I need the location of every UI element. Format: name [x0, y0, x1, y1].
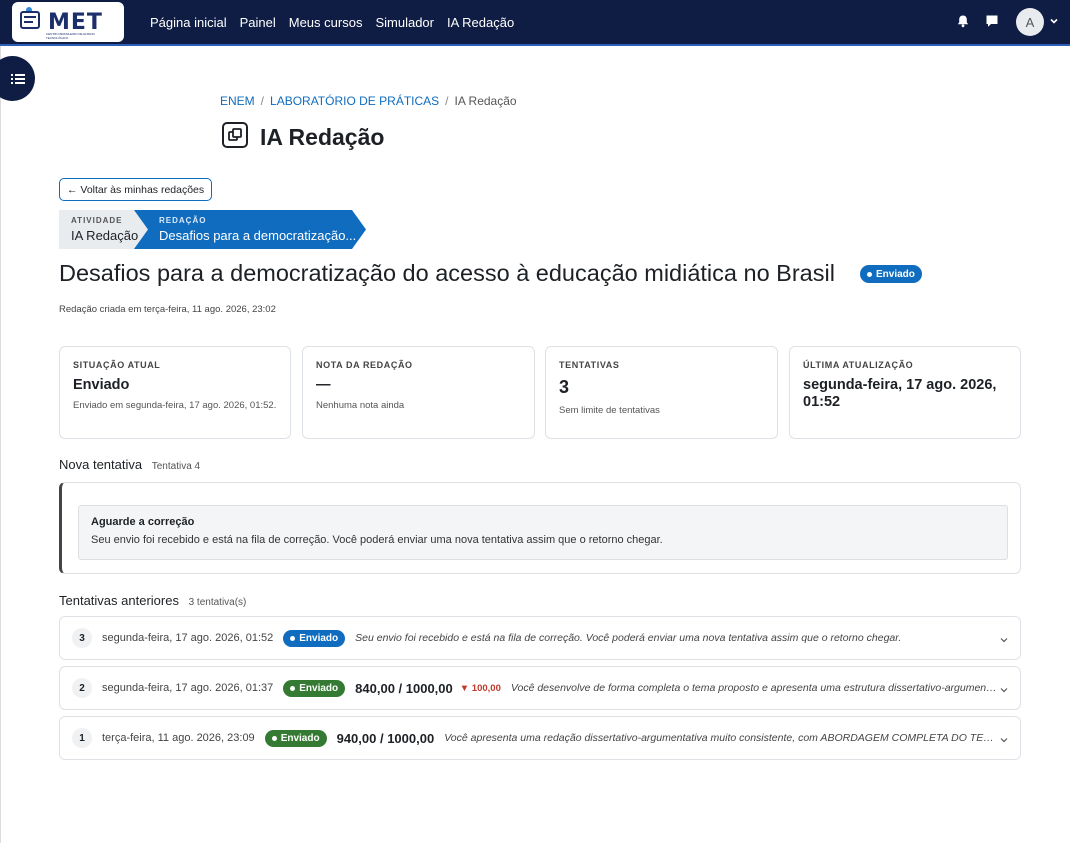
breadcrumb-current: IA Redação	[454, 94, 517, 108]
nav-ia-redacao[interactable]: IA Redação	[447, 15, 514, 30]
nav-home[interactable]: Página inicial	[150, 15, 227, 30]
score-delta: ▼ 100,00	[459, 682, 501, 694]
waiting-correction-alert: Aguarde a correção Seu envio foi recebid…	[78, 505, 1008, 560]
user-avatar[interactable]: A	[1016, 8, 1044, 36]
status-badge-label: Enviado	[876, 268, 915, 280]
attempt-score: 840,00 / 1000,00	[355, 680, 453, 696]
breadcrumb-enem[interactable]: ENEM	[220, 94, 255, 108]
card-label: SITUAÇÃO ATUAL	[73, 360, 161, 370]
chevron-down-icon[interactable]	[1000, 736, 1008, 744]
status-badge-label: Enviado	[280, 732, 320, 744]
chevron-down-icon[interactable]	[1000, 686, 1008, 694]
attempt-date: terça-feira, 11 ago. 2026, 23:09	[102, 732, 255, 744]
section-title: Tentativas anteriores	[59, 593, 179, 608]
attempt-number: 2	[72, 678, 92, 698]
card-value: Enviado	[73, 377, 130, 393]
status-badge-label: Enviado	[299, 682, 339, 694]
card-subtext: Enviado em segunda-feira, 17 ago. 2026, …	[73, 400, 277, 411]
attempt-score: 940,00 / 1000,00	[336, 730, 435, 746]
breadcrumb: ENEM / LABORATÓRIO DE PRÁTICAS / IA Reda…	[220, 94, 517, 108]
step-essay: REDAÇÃO Desafios para a democratização..…	[134, 210, 366, 249]
card-last-update: ÚLTIMA ATUALIZAÇÃO segunda-feira, 17 ago…	[789, 346, 1021, 439]
attempt-row[interactable]: 3 segunda-feira, 17 ago. 2026, 01:52 Env…	[59, 616, 1021, 660]
attempt-number: 1	[72, 728, 92, 748]
breadcrumb-separator: /	[260, 94, 265, 108]
chevron-down-icon[interactable]	[1049, 16, 1059, 26]
card-value: segunda-feira, 17 ago. 2026, 01:52	[803, 377, 997, 410]
attempt-row[interactable]: 1 terça-feira, 11 ago. 2026, 23:09 Envia…	[59, 716, 1021, 760]
chat-icon[interactable]	[985, 14, 999, 28]
attempt-feedback: Você desenvolve de forma completa o tema…	[510, 682, 999, 694]
breadcrumb-separator: /	[445, 94, 449, 108]
course-index-toggle-button[interactable]	[0, 56, 35, 101]
site-logo[interactable]: MET CENTRO BRASILEIRO DE ENSINO TECNOLÓG…	[12, 2, 124, 42]
list-icon	[10, 73, 25, 84]
status-badge: Enviado	[264, 729, 327, 747]
section-title: Nova tentativa	[59, 457, 143, 472]
card-value: 3	[559, 377, 570, 397]
step-label: REDAÇÃO	[159, 216, 207, 225]
card-subtext: Sem limite de tentativas	[559, 405, 660, 416]
status-dot-icon	[271, 735, 277, 741]
activity-icon	[222, 122, 248, 148]
status-badge: Enviado	[860, 265, 922, 283]
chevron-down-icon[interactable]	[1000, 636, 1008, 644]
step-value: IA Redação	[71, 228, 139, 243]
status-dot-icon	[290, 635, 296, 641]
card-current-status: SITUAÇÃO ATUAL Enviado Enviado em segund…	[59, 346, 291, 439]
step-label: ATIVIDADE	[71, 216, 123, 225]
bell-icon[interactable]	[956, 14, 970, 28]
page-edge	[0, 46, 1, 843]
card-attempts: TENTATIVAS 3 Sem limite de tentativas	[545, 346, 778, 439]
step-value: Desafios para a democratização...	[159, 228, 357, 243]
attempts-count: 3 tentativa(s)	[188, 597, 247, 608]
card-subtext: Nenhuma nota ainda	[316, 400, 405, 411]
attempt-feedback: Você apresenta uma redação dissertativo-…	[444, 732, 1000, 744]
card-label: ÚLTIMA ATUALIZAÇÃO	[803, 360, 914, 370]
card-essay-grade: NOTA DA REDAÇÃO — Nenhuma nota ainda	[302, 346, 535, 439]
attempt-number: 3	[72, 628, 92, 648]
attempt-tag: Tentativa 4	[151, 461, 201, 472]
status-badge: Enviado	[283, 629, 346, 647]
attempt-date: segunda-feira, 17 ago. 2026, 01:52	[102, 632, 274, 644]
essay-created-date: Redação criada em terça-feira, 11 ago. 2…	[59, 304, 276, 315]
alert-title: Aguarde a correção	[91, 516, 195, 528]
status-badge-label: Enviado	[299, 632, 339, 644]
nav-dashboard[interactable]: Painel	[240, 15, 276, 30]
status-dot-icon	[867, 271, 872, 277]
attempt-feedback: Seu envio foi recebido e está na fila de…	[355, 632, 902, 644]
step-activity[interactable]: ATIVIDADE IA Redação	[59, 210, 149, 249]
status-badge: Enviado	[283, 679, 346, 697]
top-navbar: MET CENTRO BRASILEIRO DE ENSINO TECNOLÓG…	[0, 0, 1070, 46]
back-to-my-essays-button[interactable]: ← Voltar às minhas redações	[59, 178, 213, 201]
page-title: IA Redação	[260, 124, 385, 150]
primary-nav: Página inicial Painel Meus cursos Simula…	[150, 15, 514, 30]
logo-text: MET	[48, 9, 103, 35]
card-label: TENTATIVAS	[559, 360, 620, 370]
status-dot-icon	[290, 685, 296, 691]
nav-simulator[interactable]: Simulador	[375, 15, 434, 30]
previous-attempts-heading: Tentativas anteriores 3 tentativa(s)	[59, 593, 246, 608]
card-value: —	[316, 377, 331, 393]
essay-title: Desafios para a democratização do acesso…	[59, 260, 835, 286]
nav-my-courses[interactable]: Meus cursos	[289, 15, 363, 30]
logo-mark-icon	[20, 7, 44, 35]
card-label: NOTA DA REDAÇÃO	[316, 360, 413, 370]
attempt-date: segunda-feira, 17 ago. 2026, 01:37	[102, 682, 274, 694]
new-attempt-panel: Aguarde a correção Seu envio foi recebid…	[59, 482, 1021, 574]
attempt-row[interactable]: 2 segunda-feira, 17 ago. 2026, 01:37 Env…	[59, 666, 1021, 710]
logo-subtitle: CENTRO BRASILEIRO DE ENSINO TECNOLÓGICO	[46, 32, 95, 40]
alert-body: Seu envio foi recebido e está na fila de…	[91, 534, 663, 546]
new-attempt-heading: Nova tentativa Tentativa 4	[59, 457, 200, 472]
breadcrumb-lab[interactable]: LABORATÓRIO DE PRÁTICAS	[270, 94, 439, 108]
